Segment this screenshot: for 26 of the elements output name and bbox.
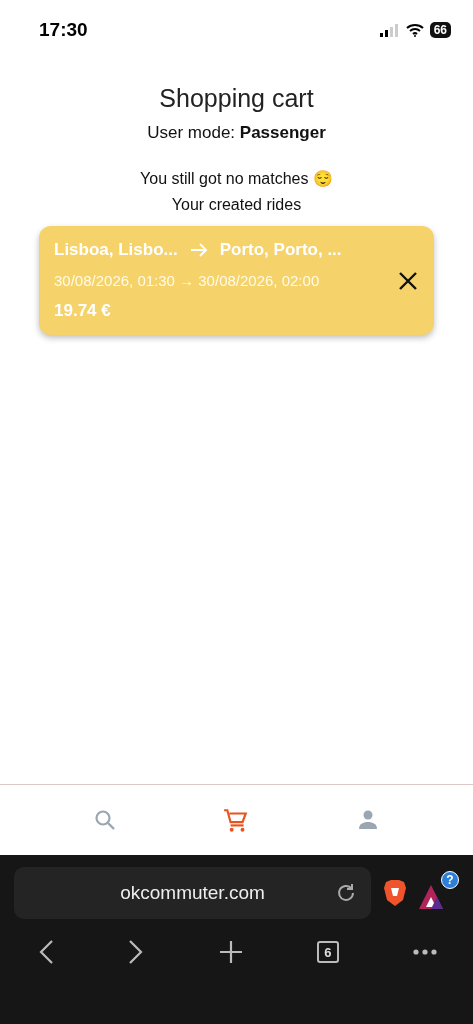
more-button[interactable] — [413, 948, 437, 956]
nav-tab[interactable] — [223, 807, 250, 833]
back-button[interactable] — [38, 939, 54, 965]
status-time: 17:30 — [39, 19, 88, 41]
lion-shield-icon[interactable] — [383, 879, 407, 907]
page-title: Shopping cart — [159, 84, 314, 113]
battery-level: 66 — [429, 22, 451, 38]
origin-text: Lisboa, Lisbo... — [54, 240, 178, 260]
address-bar[interactable]: okcommuter.com — [14, 867, 371, 919]
user-mode-text: User mode: Passenger — [147, 123, 326, 143]
triangle-icon[interactable] — [419, 885, 443, 909]
tabs-button[interactable]: 6 — [316, 941, 339, 963]
notification-badge: ? — [441, 871, 459, 889]
ride-times: 30/08/2026, 01:30 → 30/08/2026, 02:00 — [54, 272, 321, 289]
ride-price: 19.74 € — [54, 301, 112, 321]
reload-icon[interactable] — [335, 882, 357, 904]
arrow-icon — [189, 242, 208, 258]
wifi-icon — [405, 23, 424, 37]
cart-icon — [223, 807, 250, 833]
signal-icon — [379, 23, 400, 37]
no-matches-text: You still got no matches 😌 — [140, 169, 333, 188]
section-heading: Your created rides — [171, 196, 302, 214]
close-button[interactable] — [398, 270, 418, 291]
new-tab-button[interactable] — [218, 940, 243, 964]
destination-text: Porto, Porto, ... — [219, 240, 342, 260]
forward-button[interactable] — [128, 939, 145, 965]
